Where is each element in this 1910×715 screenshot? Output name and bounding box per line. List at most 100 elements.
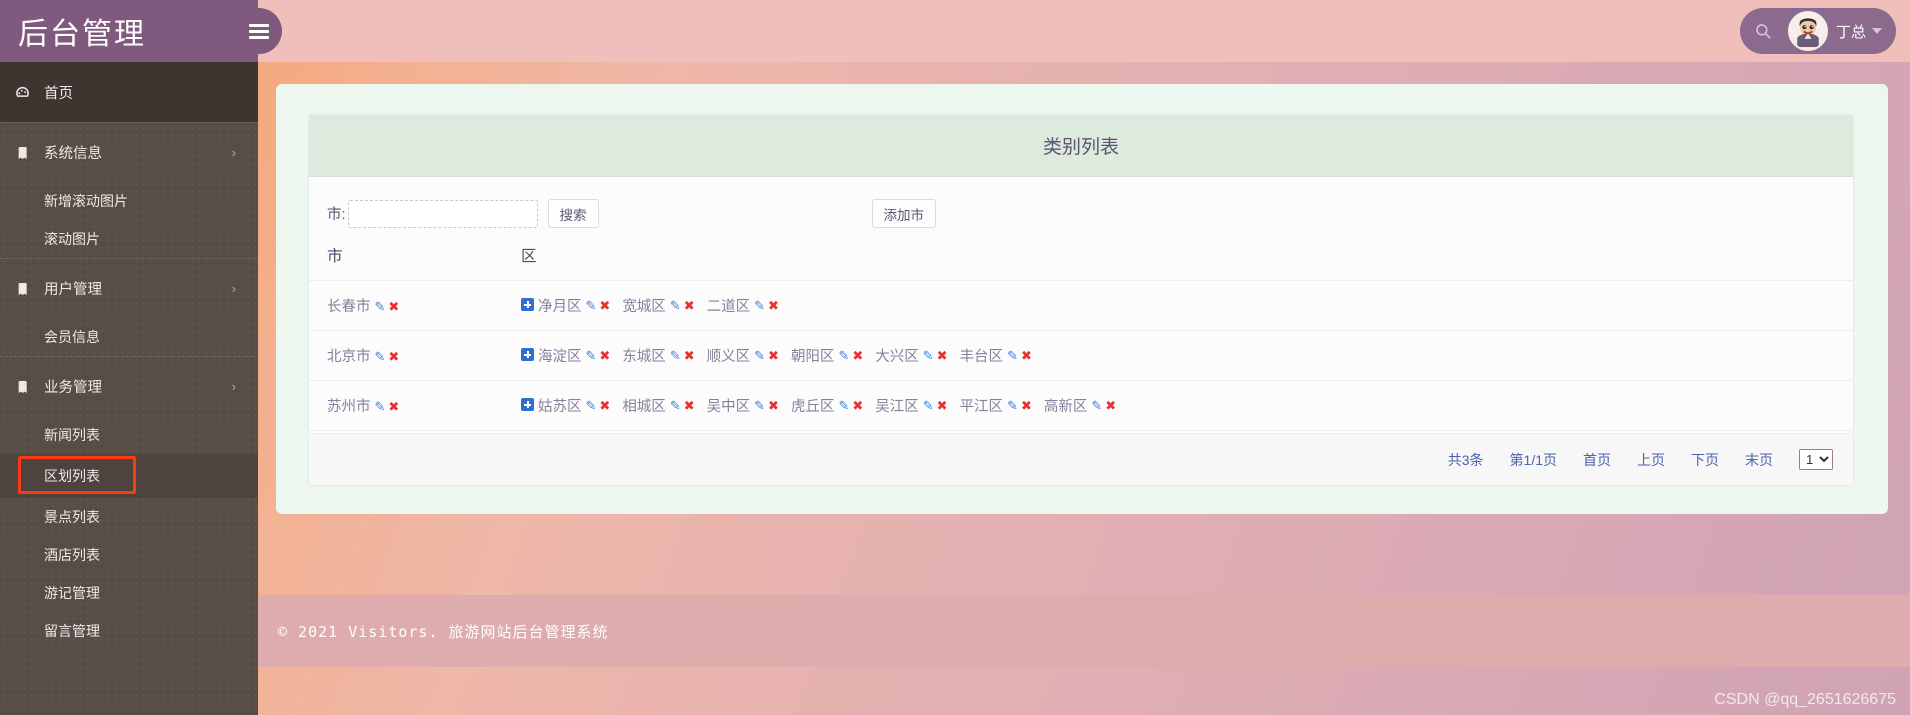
pencil-icon[interactable]: ✎ [754,348,765,364]
pencil-icon[interactable]: ✎ [586,348,597,364]
close-icon[interactable]: ✖ [852,348,863,364]
footer: © 2021 Visitors. 旅游网站后台管理系统 [258,595,1910,667]
pencil-icon[interactable]: ✎ [754,398,765,414]
avatar-illustration-icon [1790,11,1826,49]
card-body: 市: 搜索 添加市 市 区 长春市✎✖净月区✎✖宽城区✎✖二道区✎✖北京市✎✖海… [309,177,1853,485]
column-header-district: 区 [521,238,1853,281]
district-name: 朝阳区 [791,345,835,366]
search-button[interactable] [1744,12,1782,50]
pencil-icon[interactable]: ✎ [838,348,849,364]
prev-page-link[interactable]: 上页 [1637,450,1665,470]
city-cell: 长春市 ✎✖ [309,281,521,331]
district-name: 虎丘区 [791,395,835,416]
city-search-input[interactable] [348,200,538,228]
sidebar-item-home[interactable]: 首页 [0,62,258,122]
close-icon[interactable]: ✖ [388,399,399,414]
close-icon[interactable]: ✖ [768,348,779,364]
chevron-down-icon[interactable] [1872,28,1882,34]
district-item: 净月区✎✖ [538,295,610,316]
close-icon[interactable]: ✖ [599,298,610,314]
user-pill[interactable]: 丁总 [1740,8,1896,54]
district-item: 朝阳区✎✖ [791,345,863,366]
close-icon[interactable]: ✖ [1105,398,1116,414]
close-icon[interactable]: ✖ [1021,398,1032,414]
district-name: 海淀区 [538,345,582,366]
pencil-icon[interactable]: ✎ [375,349,386,364]
sidebar-item-label: 景点列表 [44,507,100,527]
sidebar-item-news-list[interactable]: 新闻列表 [0,416,258,454]
sidebar-item-business-management[interactable]: 业务管理 › [0,356,258,416]
book-icon [14,145,40,161]
sidebar-item-label: 新闻列表 [44,425,100,445]
pencil-icon[interactable]: ✎ [670,298,681,314]
sidebar-item-carousel-image[interactable]: 滚动图片 [0,220,258,258]
district-name: 丰台区 [960,345,1004,366]
pencil-icon[interactable]: ✎ [838,398,849,414]
plus-square-icon[interactable] [521,298,534,311]
sidebar-item-label: 游记管理 [44,583,100,603]
close-icon[interactable]: ✖ [388,299,399,314]
close-icon[interactable]: ✖ [388,349,399,364]
page-select[interactable]: 1 [1799,449,1833,470]
filter-row: 市: 搜索 添加市 [309,177,1853,238]
pencil-icon[interactable]: ✎ [586,398,597,414]
sidebar-item-label: 会员信息 [44,327,100,347]
first-page-link[interactable]: 首页 [1583,450,1611,470]
close-icon[interactable]: ✖ [599,398,610,414]
close-icon[interactable]: ✖ [684,348,695,364]
sidebar-item-label: 区划列表 [44,466,100,486]
plus-square-icon[interactable] [521,348,534,361]
last-page-link[interactable]: 末页 [1745,450,1773,470]
district-name: 平江区 [960,395,1004,416]
pencil-icon[interactable]: ✎ [586,298,597,314]
close-icon[interactable]: ✖ [768,298,779,314]
avatar[interactable] [1788,11,1828,51]
chevron-right-icon: › [232,281,236,296]
table-body: 长春市✎✖净月区✎✖宽城区✎✖二道区✎✖北京市✎✖海淀区✎✖东城区✎✖顺义区✎✖… [309,281,1853,431]
close-icon[interactable]: ✖ [768,398,779,414]
sidebar-item-label: 系统信息 [44,142,102,163]
sidebar-item-travel-note-management[interactable]: 游记管理 [0,574,258,612]
close-icon[interactable]: ✖ [852,398,863,414]
city-name: 长春市 [327,299,371,315]
sidebar-item-label: 用户管理 [44,278,102,299]
close-icon[interactable]: ✖ [937,398,948,414]
pencil-icon[interactable]: ✎ [375,299,386,314]
close-icon[interactable]: ✖ [937,348,948,364]
sidebar-item-hotel-list[interactable]: 酒店列表 [0,536,258,574]
pencil-icon[interactable]: ✎ [670,398,681,414]
close-icon[interactable]: ✖ [1021,348,1032,364]
close-icon[interactable]: ✖ [684,398,695,414]
search-submit-button[interactable]: 搜索 [548,199,599,228]
pencil-icon[interactable]: ✎ [670,348,681,364]
district-item: 二道区✎✖ [707,295,779,316]
sidebar-toggle-button[interactable] [236,8,282,54]
sidebar-item-user-management[interactable]: 用户管理 › [0,258,258,318]
district-item: 虎丘区✎✖ [791,395,863,416]
pencil-icon[interactable]: ✎ [375,399,386,414]
close-icon[interactable]: ✖ [684,298,695,314]
sidebar-item-message-management[interactable]: 留言管理 [0,612,258,650]
sidebar-item-add-carousel-image[interactable]: 新增滚动图片 [0,182,258,220]
pencil-icon[interactable]: ✎ [1007,398,1018,414]
pencil-icon[interactable]: ✎ [923,398,934,414]
city-name: 苏州市 [327,399,371,415]
table-row: 苏州市✎✖姑苏区✎✖相城区✎✖吴中区✎✖虎丘区✎✖吴江区✎✖平江区✎✖高新区✎✖ [309,381,1853,431]
plus-square-icon[interactable] [521,398,534,411]
pencil-icon[interactable]: ✎ [1091,398,1102,414]
sidebar-item-system-info[interactable]: 系统信息 › [0,122,258,182]
hamburger-icon [249,21,269,42]
next-page-link[interactable]: 下页 [1691,450,1719,470]
district-name: 吴中区 [707,395,751,416]
pencil-icon[interactable]: ✎ [1007,348,1018,364]
sidebar-item-district-list[interactable]: 区划列表 [0,454,258,498]
add-city-button[interactable]: 添加市 [872,199,937,228]
pencil-icon[interactable]: ✎ [923,348,934,364]
district-name: 吴江区 [875,395,919,416]
pencil-icon[interactable]: ✎ [754,298,765,314]
sidebar-item-attraction-list[interactable]: 景点列表 [0,498,258,536]
content-panel: 类别列表 市: 搜索 添加市 市 区 长春市✎✖净月区✎✖宽城区✎✖二道 [276,84,1888,514]
close-icon[interactable]: ✖ [599,348,610,364]
sidebar-item-member-info[interactable]: 会员信息 [0,318,258,356]
pagination: 共3条 第1/1页 首页 上页 下页 末页 1 [309,433,1853,485]
